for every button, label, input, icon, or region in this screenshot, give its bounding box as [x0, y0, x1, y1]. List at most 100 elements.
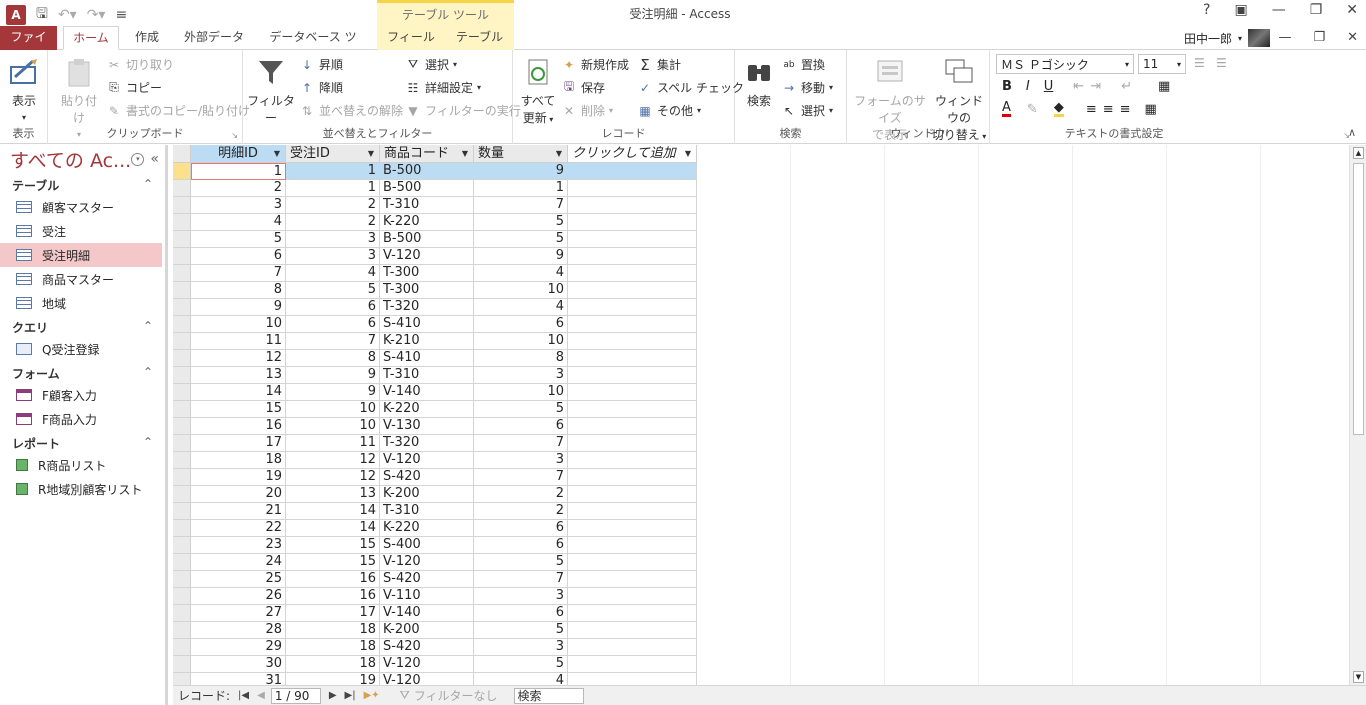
- undo-icon[interactable]: ↶▾: [58, 7, 77, 23]
- tab-fields[interactable]: フィールド: [377, 26, 445, 67]
- product-code-cell[interactable]: V-110: [380, 588, 474, 605]
- column-dropdown-icon[interactable]: ▼: [368, 145, 374, 162]
- product-code-cell[interactable]: V-120: [380, 452, 474, 469]
- toggle-filter-button[interactable]: ▼ フィルターの実行: [405, 102, 520, 119]
- new-field-cell[interactable]: [568, 418, 697, 435]
- new-field-cell[interactable]: [568, 231, 697, 248]
- quantity-cell[interactable]: 9: [474, 248, 568, 265]
- product-code-cell[interactable]: V-140: [380, 384, 474, 401]
- record-selector[interactable]: [173, 452, 191, 469]
- align-center-icon[interactable]: ≡: [1103, 102, 1114, 117]
- clipboard-launcher-icon[interactable]: ↘: [231, 131, 238, 140]
- quantity-cell[interactable]: 5: [474, 554, 568, 571]
- detail-id-cell[interactable]: 24: [191, 554, 286, 571]
- tab-create[interactable]: 作成: [124, 26, 170, 50]
- format-painter-button[interactable]: ✎ 書式のコピー/貼り付け: [106, 102, 250, 119]
- horizontal-scrollbar[interactable]: [587, 688, 1366, 703]
- quantity-cell[interactable]: 4: [474, 299, 568, 316]
- collapse-section-icon[interactable]: ⌃: [143, 319, 153, 337]
- previous-record-icon[interactable]: ◀: [257, 690, 265, 701]
- product-code-cell[interactable]: T-300: [380, 265, 474, 282]
- detail-id-cell[interactable]: 20: [191, 486, 286, 503]
- nav-item[interactable]: 顧客マスター: [0, 195, 162, 219]
- new-record-nav-icon[interactable]: ▶✦: [364, 690, 380, 701]
- record-selector[interactable]: [173, 282, 191, 299]
- detail-id-cell[interactable]: 9: [191, 299, 286, 316]
- product-code-cell[interactable]: V-120: [380, 248, 474, 265]
- product-code-cell[interactable]: T-310: [380, 197, 474, 214]
- product-code-cell[interactable]: K-210: [380, 333, 474, 350]
- quantity-cell[interactable]: 5: [474, 231, 568, 248]
- product-code-cell[interactable]: B-500: [380, 163, 474, 180]
- new-field-cell[interactable]: [568, 180, 697, 197]
- quantity-cell[interactable]: 7: [474, 469, 568, 486]
- detail-id-cell[interactable]: 12: [191, 350, 286, 367]
- product-code-cell[interactable]: V-120: [380, 656, 474, 673]
- column-dropdown-icon[interactable]: ▼: [556, 145, 562, 162]
- record-selector[interactable]: [173, 265, 191, 282]
- new-field-cell[interactable]: [568, 350, 697, 367]
- quantity-cell[interactable]: 5: [474, 401, 568, 418]
- order-id-cell[interactable]: 18: [286, 656, 380, 673]
- new-field-cell[interactable]: [568, 163, 697, 180]
- column-dropdown-icon[interactable]: ▼: [462, 145, 468, 162]
- product-code-cell[interactable]: S-420: [380, 571, 474, 588]
- order-id-cell[interactable]: 17: [286, 605, 380, 622]
- column-header[interactable]: 商品コード ▼: [380, 145, 474, 163]
- bold-icon[interactable]: B: [1002, 79, 1012, 94]
- column-header[interactable]: 明細ID ▼: [191, 145, 286, 163]
- order-id-cell[interactable]: 9: [286, 367, 380, 384]
- record-selector[interactable]: [173, 605, 191, 622]
- order-id-cell[interactable]: 1: [286, 163, 380, 180]
- new-field-cell[interactable]: [568, 197, 697, 214]
- record-selector[interactable]: [173, 520, 191, 537]
- sort-descending-button[interactable]: ↑ 降順: [299, 79, 343, 96]
- record-selector[interactable]: [173, 163, 191, 180]
- order-id-cell[interactable]: 7: [286, 333, 380, 350]
- doc-restore-icon[interactable]: ❐: [1313, 30, 1325, 45]
- product-code-cell[interactable]: V-120: [380, 554, 474, 571]
- cut-button[interactable]: ✂ 切り取り: [106, 56, 174, 73]
- order-id-cell[interactable]: 13: [286, 486, 380, 503]
- record-selector[interactable]: [173, 469, 191, 486]
- quantity-cell[interactable]: 7: [474, 571, 568, 588]
- nav-section-header[interactable]: レポート ⌃: [0, 431, 165, 453]
- collapse-section-icon[interactable]: ⌃: [143, 435, 153, 453]
- new-field-cell[interactable]: [568, 214, 697, 231]
- tab-file[interactable]: ファイル: [0, 26, 57, 67]
- detail-id-cell[interactable]: 30: [191, 656, 286, 673]
- detail-id-cell[interactable]: 23: [191, 537, 286, 554]
- product-code-cell[interactable]: T-310: [380, 503, 474, 520]
- click-to-add-column[interactable]: クリックして追加 ▼: [568, 145, 697, 163]
- quantity-cell[interactable]: 3: [474, 639, 568, 656]
- customize-qat-icon[interactable]: ≡: [115, 7, 127, 23]
- detail-id-cell[interactable]: 11: [191, 333, 286, 350]
- new-record-button[interactable]: ✦ 新規作成: [561, 56, 629, 73]
- detail-id-cell[interactable]: 26: [191, 588, 286, 605]
- quantity-cell[interactable]: 1: [474, 180, 568, 197]
- record-selector[interactable]: [173, 588, 191, 605]
- record-selector[interactable]: [173, 333, 191, 350]
- decrease-indent-icon[interactable]: ⇤: [1073, 79, 1084, 94]
- close-icon[interactable]: ✕: [1346, 2, 1358, 18]
- order-id-cell[interactable]: 18: [286, 639, 380, 656]
- detail-id-cell[interactable]: 15: [191, 401, 286, 418]
- quantity-cell[interactable]: 5: [474, 214, 568, 231]
- font-size-combo[interactable]: 11 ▾: [1138, 54, 1186, 74]
- quantity-cell[interactable]: 5: [474, 622, 568, 639]
- record-selector[interactable]: [173, 316, 191, 333]
- tab-table[interactable]: テーブル: [445, 26, 514, 50]
- new-field-cell[interactable]: [568, 622, 697, 639]
- last-record-icon[interactable]: ▶|: [345, 690, 356, 701]
- scroll-up-icon[interactable]: ▲: [1353, 147, 1364, 159]
- search-input[interactable]: 検索: [513, 687, 584, 704]
- new-field-cell[interactable]: [568, 537, 697, 554]
- order-id-cell[interactable]: 11: [286, 435, 380, 452]
- detail-id-cell[interactable]: 28: [191, 622, 286, 639]
- record-selector[interactable]: [173, 673, 191, 685]
- tab-home[interactable]: ホーム: [63, 26, 119, 50]
- first-record-icon[interactable]: |◀: [238, 690, 249, 701]
- nav-item[interactable]: F顧客入力: [0, 383, 162, 407]
- product-code-cell[interactable]: T-320: [380, 435, 474, 452]
- collapse-section-icon[interactable]: ⌃: [143, 365, 153, 383]
